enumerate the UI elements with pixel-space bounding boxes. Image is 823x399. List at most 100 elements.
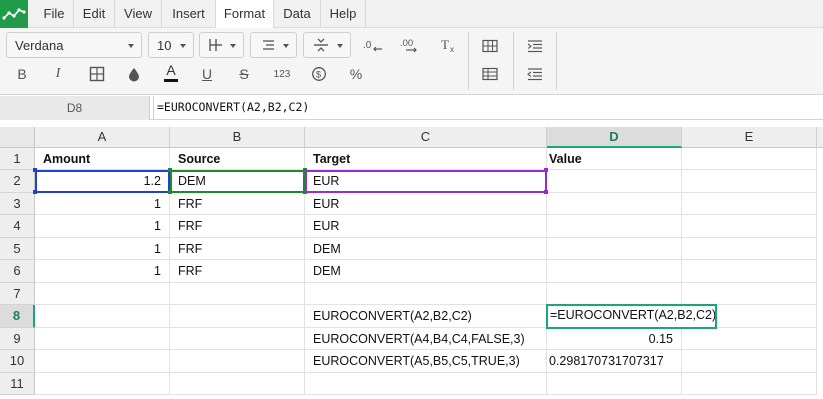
font-name-select[interactable]: Verdana — [6, 32, 142, 58]
row-header-4[interactable]: 4 — [0, 215, 35, 238]
cell-e7[interactable] — [682, 283, 817, 305]
cell-a8[interactable] — [35, 305, 170, 328]
cell-e2[interactable] — [682, 170, 817, 193]
cell-b9[interactable] — [170, 328, 305, 350]
font-size-select[interactable]: 10 — [148, 32, 194, 58]
table-grid-icon[interactable] — [479, 63, 501, 85]
column-header-a[interactable]: A — [35, 127, 170, 148]
cell-a6[interactable]: 1 — [35, 260, 170, 283]
cell-d7[interactable] — [547, 283, 682, 305]
cell-c3[interactable]: EUR — [305, 193, 547, 215]
row-header-9[interactable]: 9 — [0, 328, 35, 350]
cell-e4[interactable] — [682, 215, 817, 238]
cell-b5[interactable]: FRF — [170, 238, 305, 260]
row-header-5[interactable]: 5 — [0, 238, 35, 260]
italic-button[interactable]: I — [47, 63, 69, 85]
strikethrough-button[interactable]: S — [233, 63, 255, 85]
decrease-decimals-icon[interactable]: .0 — [360, 34, 386, 56]
cell-c8[interactable]: EUROCONVERT(A2,B2,C2) — [305, 305, 547, 328]
clear-format-icon[interactable]: Tx — [437, 34, 459, 56]
indent-icon[interactable] — [524, 35, 546, 57]
row-header-2[interactable]: 2 — [0, 170, 35, 193]
cell-e6[interactable] — [682, 260, 817, 283]
increase-decimals-icon[interactable]: .00 — [398, 34, 424, 56]
cell-b10[interactable] — [170, 350, 305, 373]
menu-help[interactable]: Help — [321, 0, 366, 28]
column-header-c[interactable]: C — [305, 127, 547, 148]
align-vertical-button[interactable] — [303, 32, 351, 58]
menu-insert[interactable]: Insert — [162, 0, 216, 28]
cell-a1[interactable]: Amount — [35, 148, 170, 170]
menu-edit[interactable]: Edit — [74, 0, 115, 28]
percent-button[interactable]: % — [345, 63, 367, 85]
cell-a11[interactable] — [35, 373, 170, 395]
cell-a10[interactable] — [35, 350, 170, 373]
cell-d9[interactable]: 0.15 — [547, 328, 682, 350]
menu-file[interactable]: File — [35, 0, 74, 28]
cell-c11[interactable] — [305, 373, 547, 395]
cell-b11[interactable] — [170, 373, 305, 395]
column-header-e[interactable]: E — [682, 127, 817, 148]
cell-d5[interactable] — [547, 238, 682, 260]
cell-a7[interactable] — [35, 283, 170, 305]
insert-table-icon[interactable] — [479, 35, 501, 57]
cell-a4[interactable]: 1 — [35, 215, 170, 238]
active-cell-editor[interactable]: =EUROCONVERT(A2,B2,C2) — [546, 304, 717, 329]
row-header-11[interactable]: 11 — [0, 373, 35, 395]
column-header-d[interactable]: D — [547, 127, 682, 148]
row-header-3[interactable]: 3 — [0, 193, 35, 215]
column-header-f[interactable] — [817, 127, 823, 148]
cell-b1[interactable]: Source — [170, 148, 305, 170]
cell-d11[interactable] — [547, 373, 682, 395]
row-header-8[interactable]: 8 — [0, 305, 35, 328]
cell-c4[interactable]: EUR — [305, 215, 547, 238]
cell-a2[interactable]: 1.2 — [35, 170, 170, 193]
cell-c5[interactable]: DEM — [305, 238, 547, 260]
row-header-7[interactable]: 7 — [0, 283, 35, 305]
menu-view[interactable]: View — [115, 0, 162, 28]
cell-e11[interactable] — [682, 373, 817, 395]
cell-e5[interactable] — [682, 238, 817, 260]
row-header-6[interactable]: 6 — [0, 260, 35, 283]
outdent-icon[interactable] — [524, 63, 546, 85]
cell-c7[interactable] — [305, 283, 547, 305]
cell-d6[interactable] — [547, 260, 682, 283]
row-header-1[interactable]: 1 — [0, 148, 35, 170]
cell-c6[interactable]: DEM — [305, 260, 547, 283]
bold-button[interactable]: B — [11, 63, 33, 85]
font-color-button[interactable]: A — [160, 61, 182, 83]
fill-color-icon[interactable] — [123, 63, 145, 85]
cell-b7[interactable] — [170, 283, 305, 305]
cell-b6[interactable]: FRF — [170, 260, 305, 283]
row-header-10[interactable]: 10 — [0, 350, 35, 373]
column-header-b[interactable]: B — [170, 127, 305, 148]
cell-e9[interactable] — [682, 328, 817, 350]
cell-d1[interactable]: Value — [547, 148, 682, 170]
menu-format[interactable]: Format — [216, 0, 274, 29]
cell-d4[interactable] — [547, 215, 682, 238]
cell-d2[interactable] — [547, 170, 682, 193]
cell-b4[interactable]: FRF — [170, 215, 305, 238]
currency-icon[interactable]: $ — [308, 63, 330, 85]
select-all-corner[interactable] — [0, 127, 35, 148]
cell-d10[interactable]: 0.298170731707317 — [547, 350, 682, 373]
cell-a3[interactable]: 1 — [35, 193, 170, 215]
cell-d3[interactable] — [547, 193, 682, 215]
name-box[interactable]: D8 — [0, 96, 150, 120]
number-format-button[interactable]: 123 — [271, 63, 293, 85]
cell-e1[interactable] — [682, 148, 817, 170]
cell-c9[interactable]: EUROCONVERT(A4,B4,C4,FALSE,3) — [305, 328, 547, 350]
cell-e10[interactable] — [682, 350, 817, 373]
cell-b3[interactable]: FRF — [170, 193, 305, 215]
cell-a5[interactable]: 1 — [35, 238, 170, 260]
menu-data[interactable]: Data — [274, 0, 321, 28]
align-horizontal-button[interactable] — [199, 32, 244, 58]
cell-c10[interactable]: EUROCONVERT(A5,B5,C5,TRUE,3) — [305, 350, 547, 373]
cell-c2[interactable]: EUR — [305, 170, 547, 193]
formula-input[interactable]: =EUROCONVERT(A2,B2,C2) — [153, 96, 821, 119]
cell-b8[interactable] — [170, 305, 305, 328]
cell-e3[interactable] — [682, 193, 817, 215]
cell-b2[interactable]: DEM — [170, 170, 305, 193]
underline-button[interactable]: U — [196, 63, 218, 85]
align-text-button[interactable] — [250, 32, 297, 58]
